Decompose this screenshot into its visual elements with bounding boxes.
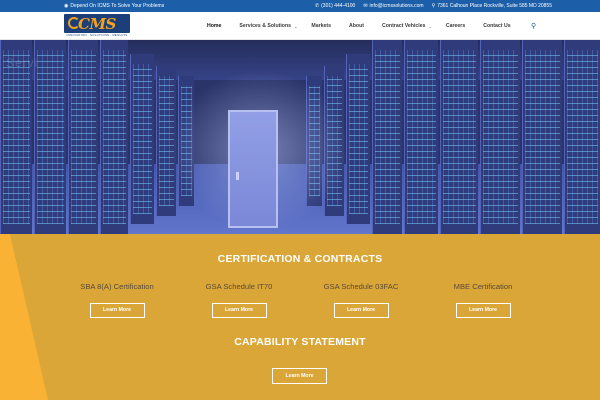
cert-card-gsa-03fac: GSA Schedule 03FAC Learn More xyxy=(306,282,416,318)
learn-more-button[interactable]: Learn More xyxy=(333,303,389,318)
cert-card-gsa-it70: GSA Schedule IT70 Learn More xyxy=(184,282,294,318)
capability-title: CAPABILITY STATEMENT xyxy=(234,336,366,348)
envelope-icon: ✉ xyxy=(363,2,368,9)
nav-item-services-solutions[interactable]: Services & Solutions ⌄ xyxy=(239,23,297,29)
learn-more-button[interactable]: Learn More xyxy=(211,303,267,318)
cert-name: GSA Schedule IT70 xyxy=(205,282,273,291)
nav-item-home[interactable]: Home xyxy=(207,23,221,29)
nav-item-careers[interactable]: Careers xyxy=(446,23,465,29)
top-bar: ◉ Depend On ICMS To Solve Your Problems … xyxy=(0,0,600,12)
chevron-down-icon: ⌄ xyxy=(294,23,298,29)
map-marker-icon: ⚲ xyxy=(431,2,436,9)
nav-item-about[interactable]: About xyxy=(349,23,364,29)
cert-card-sba-8a: SBA 8(A) Certification Learn More xyxy=(62,282,172,318)
cert-card-mbe: MBE Certification Learn More xyxy=(428,282,538,318)
nav-item-markets[interactable]: Markets xyxy=(311,23,331,29)
main-navigation: CMS INNOVATION · SOLUTIONS · RESULTS Hom… xyxy=(0,12,600,40)
hero-overlay xyxy=(0,40,600,234)
nav-menu: Home Services & Solutions ⌄ Markets Abou… xyxy=(200,12,511,40)
address-info: ⚲ 7361 Calhoun Place Rockville, Suite 58… xyxy=(432,3,552,9)
logo-text: CMS xyxy=(78,15,116,33)
phone-text: (301) 444-4100 xyxy=(321,3,356,9)
capability-learn-more-button[interactable]: Learn More xyxy=(272,368,327,384)
nav-label: About xyxy=(349,23,364,29)
nav-label: Contract Vehicles xyxy=(381,23,426,29)
phone-link[interactable]: ✆ (301) 444-4100 xyxy=(315,3,355,9)
logo-tagline: INNOVATION · SOLUTIONS · RESULTS xyxy=(66,33,128,37)
nav-label: Careers xyxy=(445,23,466,29)
tagline: ◉ Depend On ICMS To Solve Your Problems xyxy=(64,3,164,9)
learn-more-button[interactable]: Learn More xyxy=(89,303,145,318)
nav-item-contract-vehicles[interactable]: Contract Vehicles ⌄ xyxy=(382,23,432,29)
cert-name: SBA 8(A) Certification xyxy=(80,282,154,291)
certifications-section: CERTIFICATION & CONTRACTS SBA 8(A) Certi… xyxy=(0,234,600,400)
email-link[interactable]: ✉ info@icmssolutions.com xyxy=(363,3,423,9)
nav-label: Home xyxy=(207,23,222,29)
email-text: info@icmssolutions.com xyxy=(369,3,424,9)
hero-faded-text: Servi xyxy=(6,56,39,70)
nav-item-contact-us[interactable]: Contact Us xyxy=(483,23,510,29)
contact-info: ✆ (301) 444-4100 ✉ info@icmssolutions.co… xyxy=(315,3,552,9)
globe-icon: ◉ xyxy=(64,2,69,9)
tagline-text: Depend On ICMS To Solve Your Problems xyxy=(70,3,165,9)
nav-label: Services & Solutions xyxy=(239,23,292,29)
chevron-down-icon: ⌄ xyxy=(428,23,432,29)
address-text: 7361 Calhoun Place Rockville, Suite 585 … xyxy=(437,3,552,9)
logo-mark: CMS xyxy=(64,14,130,33)
nav-label: Contact Us xyxy=(483,23,511,29)
learn-more-button[interactable]: Learn More xyxy=(455,303,511,318)
cert-name: GSA Schedule 03FAC xyxy=(323,282,399,291)
certifications-title: CERTIFICATION & CONTRACTS xyxy=(217,253,383,265)
phone-icon: ✆ xyxy=(314,2,320,9)
logo[interactable]: CMS INNOVATION · SOLUTIONS · RESULTS xyxy=(64,14,130,38)
search-icon[interactable]: ⚲ xyxy=(531,22,536,30)
hero-banner: Servi xyxy=(0,40,600,234)
nav-label: Markets xyxy=(311,23,331,29)
cert-name: MBE Certification xyxy=(453,282,513,291)
